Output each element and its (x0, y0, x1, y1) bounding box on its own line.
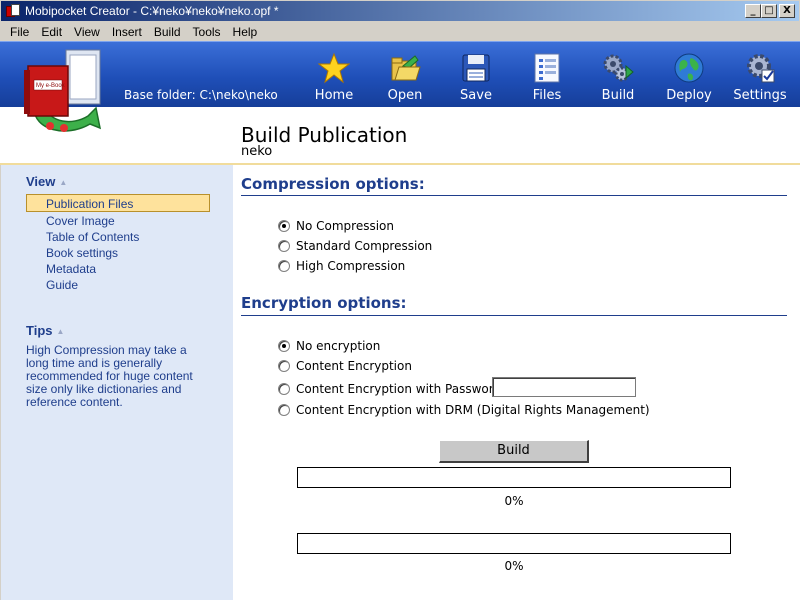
progress-bar-1 (297, 467, 731, 488)
window-title: Mobipocket Creator - C:¥neko¥neko¥neko.o… (25, 4, 279, 18)
settings-label: Settings (733, 88, 787, 103)
build-toolbar-button[interactable]: Build (586, 52, 650, 104)
menu-tools[interactable]: Tools (187, 25, 227, 39)
folder-icon (389, 52, 421, 84)
sidebar-tips-heading[interactable]: Tips ▲ (26, 323, 64, 338)
progress-label-1: 0% (504, 494, 524, 508)
home-label: Home (314, 88, 354, 103)
compression-divider (241, 195, 787, 196)
radio-content-encryption-password[interactable]: Content Encryption with Password : (278, 381, 509, 397)
menu-bar: File Edit View Insert Build Tools Help (0, 22, 800, 41)
password-input[interactable] (492, 377, 636, 397)
toolbar-header: Base folder: C:\neko\neko Home Open Save… (0, 41, 800, 107)
sidebar-view-heading[interactable]: View ▲ (26, 174, 67, 189)
sidebar-item-table-of-contents[interactable]: Table of Contents (46, 230, 139, 244)
sidebar-item-book-settings[interactable]: Book settings (46, 246, 118, 260)
open-label: Open (387, 88, 423, 103)
menu-view[interactable]: View (68, 25, 106, 39)
deploy-label: Deploy (666, 88, 712, 103)
radio-standard-compression[interactable]: Standard Compression (278, 238, 432, 254)
progress-label-2: 0% (504, 559, 524, 573)
radio-button[interactable] (278, 383, 290, 395)
sidebar-view-heading-label: View (26, 174, 56, 189)
radio-content-encryption-drm[interactable]: Content Encryption with DRM (Digital Rig… (278, 402, 650, 418)
menu-build[interactable]: Build (148, 25, 187, 39)
radio-button[interactable] (278, 240, 290, 252)
menu-insert[interactable]: Insert (106, 25, 148, 39)
radio-label: High Compression (296, 259, 406, 273)
svg-text:My e-Book: My e-Book (36, 83, 66, 89)
settings-button[interactable]: Settings (728, 52, 792, 104)
files-label: Files (532, 88, 562, 103)
build-button[interactable]: Build (439, 440, 589, 463)
sidebar-tips-heading-label: Tips (26, 323, 53, 338)
encryption-divider (241, 315, 787, 316)
tips-text: High Compression may take a long time an… (26, 343, 193, 409)
menu-file[interactable]: File (4, 25, 35, 39)
build-toolbar-label: Build (601, 88, 635, 103)
radio-high-compression[interactable]: High Compression (278, 258, 405, 274)
radio-label: Content Encryption with DRM (Digital Rig… (296, 403, 650, 417)
sidebar-item-cover-image[interactable]: Cover Image (46, 214, 115, 228)
progress-bar-2 (297, 533, 731, 554)
deploy-button[interactable]: Deploy (657, 52, 721, 104)
globe-icon (673, 52, 705, 84)
radio-button[interactable] (278, 360, 290, 372)
radio-button[interactable] (278, 340, 290, 352)
radio-button[interactable] (278, 404, 290, 416)
compression-options-title: Compression options: (241, 175, 425, 193)
radio-button[interactable] (278, 220, 290, 232)
title-bar: Mobipocket Creator - C:¥neko¥neko¥neko.o… (0, 0, 800, 22)
home-button[interactable]: Home (302, 52, 366, 104)
page-subtitle: neko (241, 144, 273, 159)
collapse-caret-icon: ▲ (59, 178, 68, 188)
radio-content-encryption[interactable]: Content Encryption (278, 358, 412, 374)
save-label: Save (460, 88, 492, 103)
app-icon (5, 3, 21, 19)
radio-label: No Compression (296, 219, 394, 233)
page-header: Build Publication neko (0, 107, 800, 165)
radio-label: Standard Compression (296, 239, 433, 253)
menu-edit[interactable]: Edit (35, 25, 68, 39)
sidebar-item-metadata[interactable]: Metadata (46, 262, 96, 276)
radio-label: No encryption (296, 339, 381, 353)
open-button[interactable]: Open (373, 52, 437, 104)
maximize-button[interactable]: □ (761, 4, 777, 18)
sidebar-item-publication-files[interactable]: Publication Files (46, 197, 133, 211)
files-button[interactable]: Files (515, 52, 579, 104)
gears-icon (602, 52, 634, 84)
radio-button[interactable] (278, 260, 290, 272)
files-icon (531, 52, 563, 84)
close-button[interactable]: X (779, 4, 795, 18)
collapse-caret-icon: ▲ (56, 327, 65, 337)
sidebar-item-guide[interactable]: Guide (46, 278, 78, 292)
minimize-button[interactable]: _ (745, 4, 761, 18)
floppy-icon (460, 52, 492, 84)
star-icon (317, 52, 351, 84)
base-folder-label: Base folder: C:\neko\neko (124, 88, 278, 102)
radio-label: Content Encryption (296, 359, 412, 373)
radio-label: Content Encryption with Password : (296, 382, 509, 396)
mobipocket-logo: My e-Book (20, 46, 110, 140)
radio-no-encryption[interactable]: No encryption (278, 338, 380, 354)
radio-no-compression[interactable]: No Compression (278, 218, 394, 234)
gear-check-icon (744, 52, 776, 84)
save-button[interactable]: Save (444, 52, 508, 104)
encryption-options-title: Encryption options: (241, 294, 407, 312)
menu-help[interactable]: Help (227, 25, 264, 39)
